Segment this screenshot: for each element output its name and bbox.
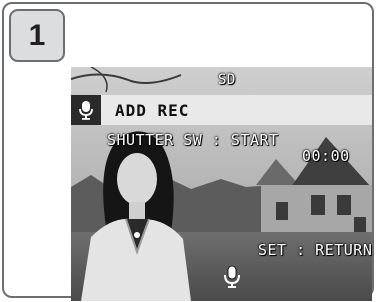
mode-title: ADD REC [115, 100, 190, 120]
shutter-hint: SHUTTER SW : START [107, 131, 279, 149]
step-number: 1 [28, 18, 46, 52]
step-frame: 1 SD ADD REC SHUTTER SW: START 00:00 SE… [2, 2, 374, 301]
set-return-hint: SET : RETURN [258, 241, 372, 259]
camera-lcd-screen: SD ADD REC SHUTTER SW : START 00:00 SET … [71, 67, 372, 301]
microphone-icon [71, 95, 101, 125]
microphone-icon [223, 265, 241, 289]
step-number-badge: 1 [9, 9, 65, 62]
mode-title-bar: ADD REC [71, 95, 372, 125]
storage-media-label: SD [218, 72, 236, 88]
recording-timer: 00:00 [302, 147, 350, 165]
